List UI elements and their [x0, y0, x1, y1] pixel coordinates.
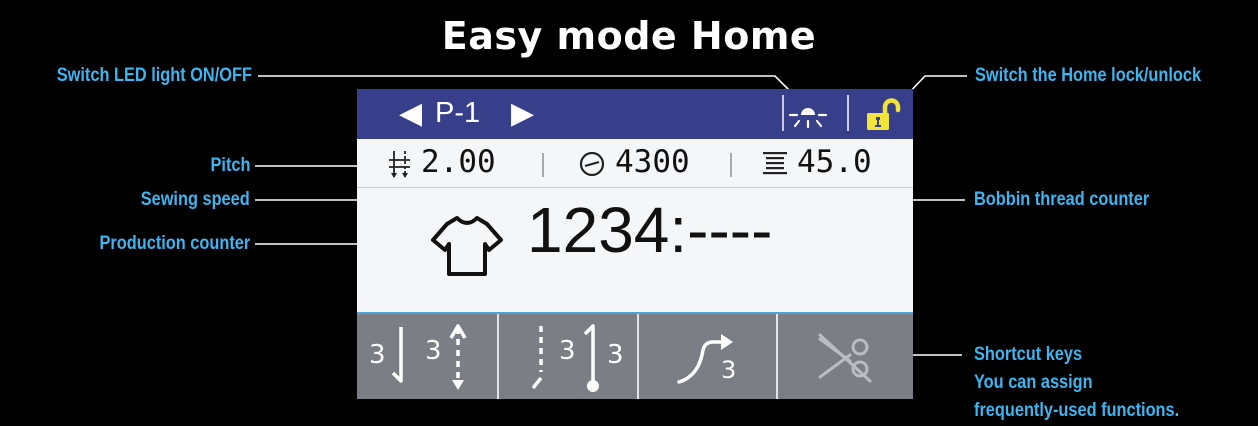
device-screen: ◀ P-1 ▶ 2.00 4300 45.0 1234:---- 3 3 3 3…	[357, 89, 913, 399]
page-title: Easy mode Home	[441, 14, 817, 58]
callout-shortcut-1: Shortcut keys	[974, 344, 1083, 365]
speed-value: 4300	[615, 144, 690, 180]
bobbin-icon	[763, 152, 787, 175]
header-divider	[847, 95, 849, 131]
reverse-end-icon	[583, 324, 599, 392]
header-bar: ◀ P-1 ▶	[357, 89, 913, 139]
shortcut-digit: 3	[369, 340, 386, 370]
shortcut-key-3[interactable]: 3	[639, 314, 776, 399]
production-counter: 1234:----	[527, 194, 773, 266]
left-arrow-icon[interactable]: ◀	[399, 96, 422, 131]
thread-trim-icon	[818, 333, 872, 383]
reverse-start-icon	[391, 327, 403, 383]
shortcut-keys: 3 3 3 3 3	[357, 312, 913, 399]
unlock-icon[interactable]	[865, 97, 901, 133]
right-arrow-icon[interactable]: ▶	[511, 96, 534, 131]
stat-divider	[730, 153, 732, 177]
callout-shortcut-3: frequently-used functions.	[974, 400, 1180, 421]
shortcut-digit: 3	[607, 340, 624, 370]
reverse-start-icon	[449, 324, 467, 390]
callout-shortcut-2: You can assign	[974, 372, 1093, 393]
callout-lock: Switch the Home lock/unlock	[975, 65, 1202, 86]
callout-led: Switch LED light ON/OFF	[56, 65, 252, 86]
status-row: 2.00 4300 45.0	[357, 139, 913, 188]
bobbin-value: 45.0	[797, 144, 872, 180]
shortcut-digit: 3	[559, 336, 576, 366]
callout-bobbin: Bobbin thread counter	[974, 189, 1150, 210]
reverse-end-icon	[531, 326, 543, 390]
shortcut-key-4[interactable]	[778, 314, 913, 399]
pitch-icon	[389, 151, 410, 178]
shirt-icon	[431, 216, 503, 276]
stat-divider	[542, 153, 544, 177]
speed-icon	[579, 151, 605, 177]
shortcut-key-1[interactable]: 3 3	[357, 314, 497, 399]
pitch-value: 2.00	[421, 144, 496, 180]
pattern-label: P-1	[435, 97, 481, 129]
callout-production: Production counter	[99, 233, 250, 254]
callout-pitch: Pitch	[210, 155, 250, 176]
shortcut-digit: 3	[425, 336, 442, 366]
shortcut-key-2[interactable]: 3 3	[499, 314, 637, 399]
led-light-icon[interactable]	[789, 93, 827, 133]
callout-speed: Sewing speed	[141, 189, 250, 210]
header-divider	[782, 95, 784, 131]
shortcut-digit: 3	[721, 356, 737, 384]
